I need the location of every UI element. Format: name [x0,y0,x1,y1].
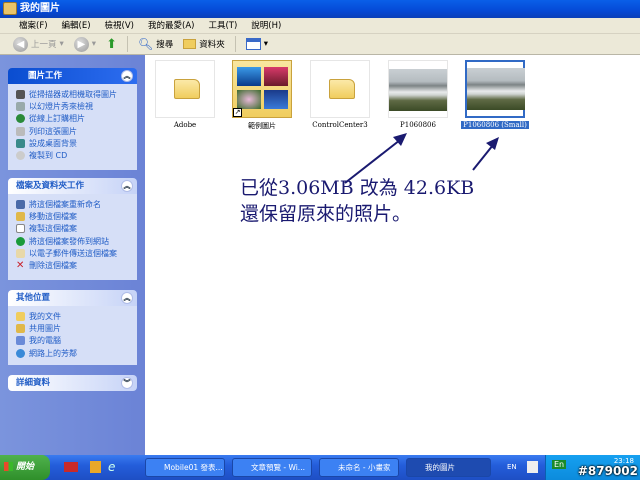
search-button[interactable]: 🔍︎ 搜尋 [135,37,176,51]
views-button[interactable]: ▾ [243,38,271,50]
quicklaunch-icon[interactable] [64,462,78,472]
arrowhead [486,137,499,150]
other-places-header[interactable]: 其他位置 ︽ [8,290,137,306]
menu-bar: 檔案(F) 編輯(E) 檢視(V) 我的最愛(A) 工具(T) 說明(H) [0,18,640,34]
task-print[interactable]: 列印這張圖片 [16,125,137,137]
quicklaunch-icon[interactable] [90,461,101,473]
details-panel: 詳細資料 ︾ [8,375,137,391]
annotation-line: 還保留原來的照片。 [240,203,412,225]
globe-icon [16,236,25,246]
up-arrow-icon: ⬆ [106,36,117,52]
details-header[interactable]: 詳細資料 ︾ [8,375,137,391]
place-my-computer[interactable]: 我的電腦 [16,335,137,347]
task-order-prints[interactable]: 從線上訂購相片 [16,113,137,125]
toolbar: ◀ 上一頁 ▾ ▶ ▾ ⬆ 🔍︎ 搜尋 資料夾 ▾ [0,34,640,55]
taskbar-item-my-pictures[interactable]: 我的圖片 [406,458,491,477]
separator [126,36,128,52]
help-icon[interactable] [527,461,538,473]
back-button[interactable]: ◀ 上一頁 ▾ [10,36,67,52]
task-slideshow[interactable]: 以幻燈片秀來檢視 [16,100,137,112]
globe-icon [16,114,25,124]
file-tasks-panel: 檔案及資料夾工作 ︽ 將這個檔案重新命名 移動這個檔案 複製這個檔案 將這個檔案發… [8,178,137,280]
menu-help[interactable]: 說明(H) [244,18,288,33]
network-icon [16,348,25,358]
collapse-icon[interactable]: ︽ [121,180,133,192]
camera-icon [16,89,25,99]
task-rename[interactable]: 將這個檔案重新命名 [16,198,137,210]
folder-icon [16,323,25,333]
printer-icon [16,126,25,136]
cd-icon [16,151,25,161]
collapse-icon[interactable]: ︽ [121,70,133,82]
task-get-pictures[interactable]: 從掃描器或相機取得圖片 [16,88,137,100]
annotation-line: 已從3.06MB 改為 42.6KB [240,177,475,199]
move-icon [16,211,25,221]
menu-tools[interactable]: 工具(T) [201,18,244,33]
taskbar-item-preview[interactable]: 文章預覽 - Wi... [232,458,312,477]
desktop-icon [16,138,25,148]
task-email[interactable]: 以電子郵件傳送這個檔案 [16,247,137,259]
folder-icon [3,2,17,15]
title-bar: 我的圖片 [0,0,640,18]
task-publish[interactable]: 將這個檔案發佈到網站 [16,235,137,247]
forward-button[interactable]: ▶ ▾ [71,36,99,52]
watermark: #879002 [577,464,638,478]
file-tasks-header[interactable]: 檔案及資料夾工作 ︽ [8,178,137,194]
picture-tasks-header[interactable]: 圖片工作 ︽ [8,68,137,84]
other-places-panel: 其他位置 ︽ 我的文件 共用圖片 我的電腦 網路上的芳鄰 [8,290,137,365]
task-move[interactable]: 移動這個檔案 [16,210,137,222]
folders-button[interactable]: 資料夾 [180,38,228,50]
folder-icon [183,39,197,49]
delete-x-icon: ✕ [16,260,25,272]
back-arrow-icon: ◀ [13,36,28,52]
task-set-desktop[interactable]: 設成桌面背景 [16,137,137,149]
annotation-arrows [344,133,499,184]
folder-icon [16,311,25,321]
collapse-icon[interactable]: ︽ [121,292,133,304]
place-shared-pictures[interactable]: 共用圖片 [16,322,137,334]
file-view: Adobe ↗ 範例圖片 ControlCenter3 P1060806 P10… [145,55,640,455]
forward-arrow-icon: ▶ [73,36,89,52]
rename-icon [16,199,25,209]
window-title: 我的圖片 [20,3,60,14]
place-network[interactable]: 網路上的芳鄰 [16,347,137,359]
up-folder-button[interactable]: ⬆ [103,37,120,52]
email-icon [16,248,25,258]
start-button[interactable]: 開始 [0,455,50,480]
expand-icon[interactable]: ︾ [121,377,133,389]
copy-icon [16,224,25,234]
menu-favorites[interactable]: 我的最愛(A) [141,18,201,33]
views-icon [245,38,261,50]
menu-view[interactable]: 檢視(V) [98,18,141,33]
annotation-text: 已從3.06MB 改為 42.6KB 還保留原來的照片。 [240,175,474,227]
language-indicator[interactable]: EN [507,463,517,471]
separator [234,36,236,52]
taskbar-item-paint[interactable]: 未命名 - 小畫家 [319,458,399,477]
task-copy-cd[interactable]: 複製到 CD [16,149,137,161]
taskbar-item-mobile01[interactable]: Mobile01 發表... [145,458,225,477]
task-delete[interactable]: ✕ 刪除這個檔案 [16,259,137,271]
arrow-line [472,144,494,171]
taskbar: 開始 e Mobile01 發表... 文章預覽 - Wi... 未命名 - 小… [0,455,640,480]
windows-logo-icon [4,462,13,471]
task-pane: 圖片工作 ︽ 從掃描器或相機取得圖片 以幻燈片秀來檢視 從線上訂購相片 列印這張圖… [0,55,145,455]
computer-icon [16,336,25,346]
place-my-documents[interactable]: 我的文件 [16,310,137,322]
task-copy[interactable]: 複製這個檔案 [16,223,137,235]
search-icon: 🔍︎ [137,37,154,51]
menu-edit[interactable]: 編輯(E) [55,18,98,33]
ie-icon[interactable]: e [108,460,115,474]
ime-indicator[interactable]: En [552,460,567,469]
menu-file[interactable]: 檔案(F) [12,18,55,33]
picture-tasks-panel: 圖片工作 ︽ 從掃描器或相機取得圖片 以幻燈片秀來檢視 從線上訂購相片 列印這張圖… [8,68,137,170]
slideshow-icon [16,101,25,111]
